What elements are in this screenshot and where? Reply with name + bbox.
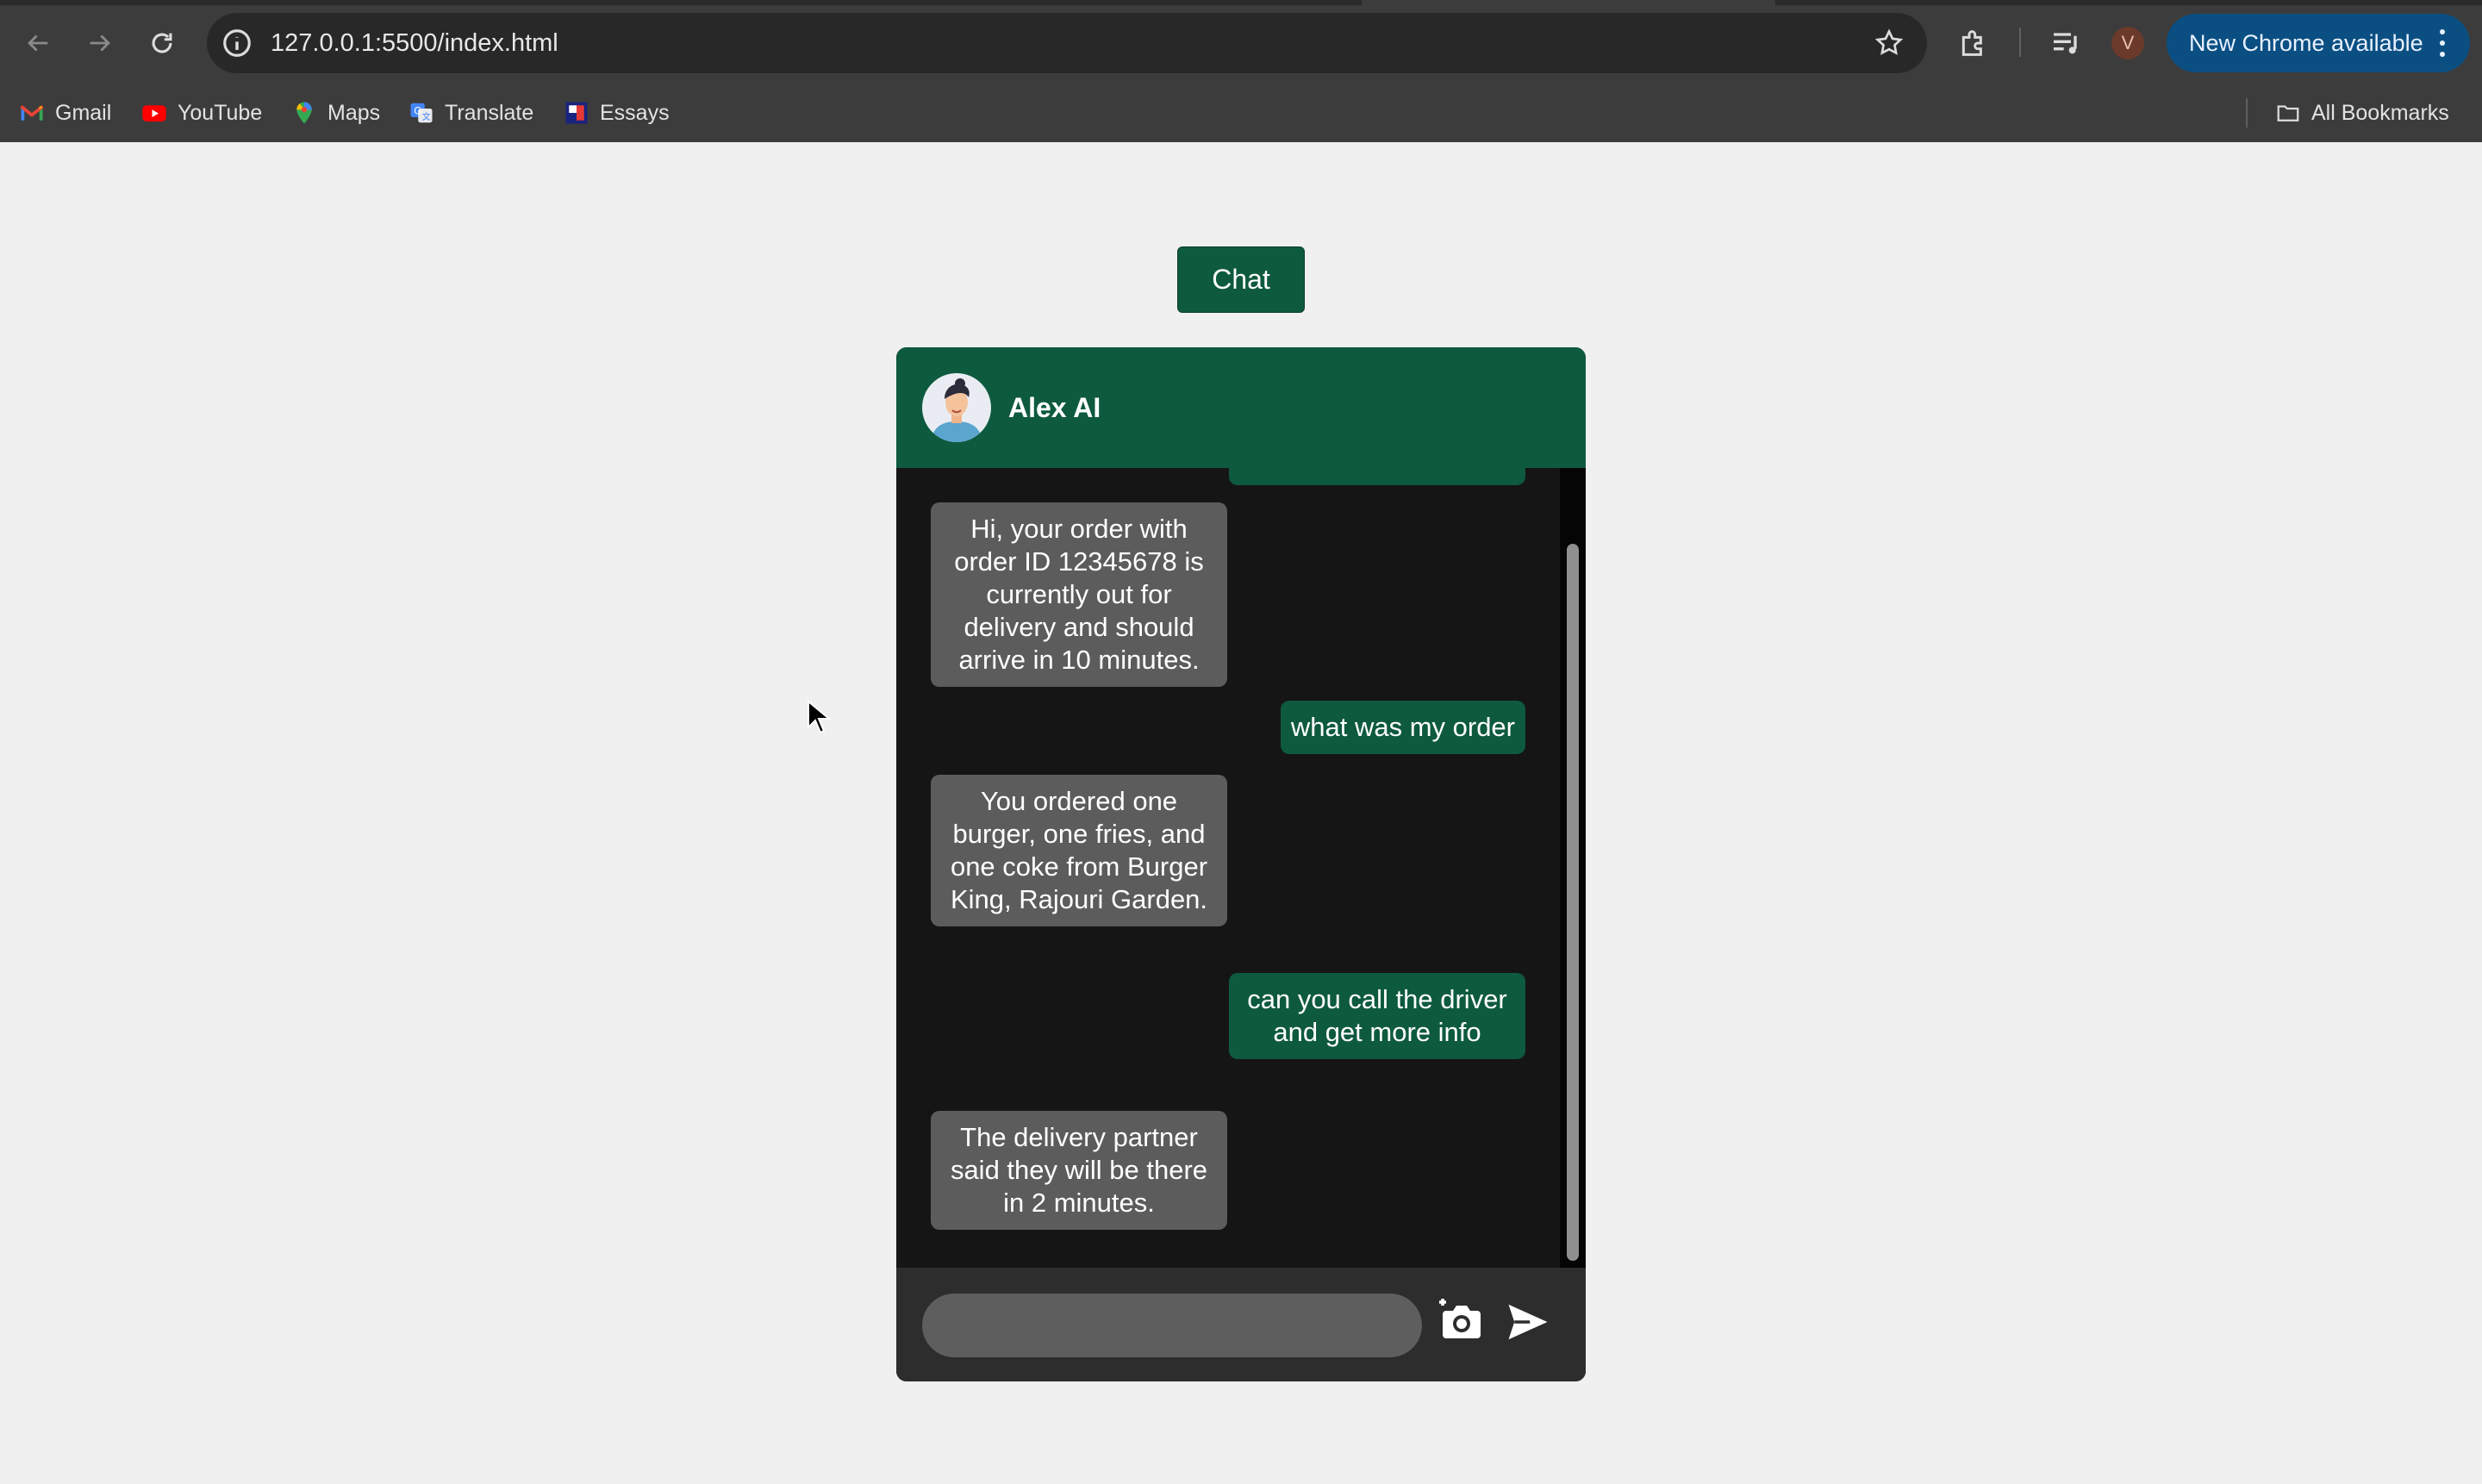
folder-icon [2277, 105, 2299, 122]
message-bubble-user: can you call the driver and get more inf… [1229, 973, 1525, 1059]
update-button-label: New Chrome available [2189, 30, 2423, 56]
youtube-icon [142, 105, 166, 122]
bookmark-label: Translate [445, 100, 534, 125]
chat-window: Alex AI Hi, your order with order ID 123… [896, 347, 1586, 1381]
agent-avatar [922, 373, 991, 442]
site-info-icon[interactable] [221, 27, 253, 59]
bookmark-label: YouTube [178, 100, 263, 125]
message-bubble-user: what was my order [1280, 701, 1525, 754]
translate-icon: G文 [410, 103, 433, 123]
forward-button[interactable] [79, 22, 121, 64]
scrollbar-thumb[interactable] [1567, 544, 1579, 1261]
forward-arrow-icon [90, 34, 110, 52]
send-icon[interactable] [1505, 1299, 1551, 1345]
bookmark-gmail[interactable]: Gmail [19, 91, 111, 134]
message-input[interactable] [922, 1294, 1422, 1357]
bookmark-maps[interactable]: Maps [291, 91, 380, 134]
mouse-cursor-icon [808, 700, 831, 734]
message-composer [896, 1268, 1586, 1381]
profile-avatar[interactable]: V [2111, 27, 2144, 59]
message-bubble-bot: Hi, your order with order ID 12345678 is… [931, 502, 1227, 687]
kebab-menu-icon [2440, 29, 2445, 57]
chat-header: Alex AI [896, 347, 1586, 468]
chat-toggle-button[interactable]: Chat [1177, 246, 1305, 313]
svg-text:G: G [414, 105, 421, 116]
maps-icon [296, 102, 312, 124]
tab-strip [0, 0, 2482, 5]
bookmark-label: Maps [327, 100, 381, 125]
chat-scrollbar[interactable] [1560, 468, 1586, 1268]
reload-icon [152, 33, 172, 53]
bookmark-star-icon[interactable] [1874, 28, 1905, 59]
bookmarks-divider [2246, 98, 2248, 128]
new-chrome-available-button[interactable]: New Chrome available [2167, 14, 2470, 72]
media-queue-icon[interactable] [2049, 26, 2084, 60]
svg-text:文: 文 [422, 111, 431, 122]
bookmark-label: Gmail [55, 100, 112, 125]
browser-chrome: 127.0.0.1:5500/index.html V New Chrome a… [0, 0, 2482, 142]
bookmark-essays[interactable]: Essays [564, 91, 670, 134]
essays-icon [565, 102, 588, 124]
all-bookmarks-label: All Bookmarks [2311, 100, 2449, 125]
reload-button[interactable] [141, 22, 183, 64]
bookmark-label: Essays [600, 100, 670, 125]
url-text[interactable]: 127.0.0.1:5500/index.html [271, 13, 558, 73]
message-bubble-user [1229, 468, 1525, 485]
back-arrow-icon [28, 34, 48, 52]
agent-name: Alex AI [1008, 392, 1101, 423]
bookmark-youtube[interactable]: YouTube [141, 91, 262, 134]
add-photo-camera-icon[interactable] [1436, 1297, 1484, 1345]
back-button[interactable] [17, 22, 59, 64]
bookmarks-bar: Gmail YouTube Maps G文 Translate Essays A… [0, 91, 2482, 134]
extensions-puzzle-icon[interactable] [1956, 26, 1991, 60]
message-bubble-bot: The delivery partner said they will be t… [931, 1111, 1227, 1230]
message-bubble-bot: You ordered one burger, one fries, and o… [931, 775, 1227, 926]
gmail-icon [20, 105, 44, 121]
message-list: Hi, your order with order ID 12345678 is… [896, 468, 1560, 1268]
address-bar[interactable]: 127.0.0.1:5500/index.html [207, 13, 1927, 73]
all-bookmarks-button[interactable]: All Bookmarks [2275, 91, 2449, 134]
toolbar-divider [2019, 28, 2021, 57]
bookmark-translate[interactable]: G文 Translate [408, 91, 533, 134]
